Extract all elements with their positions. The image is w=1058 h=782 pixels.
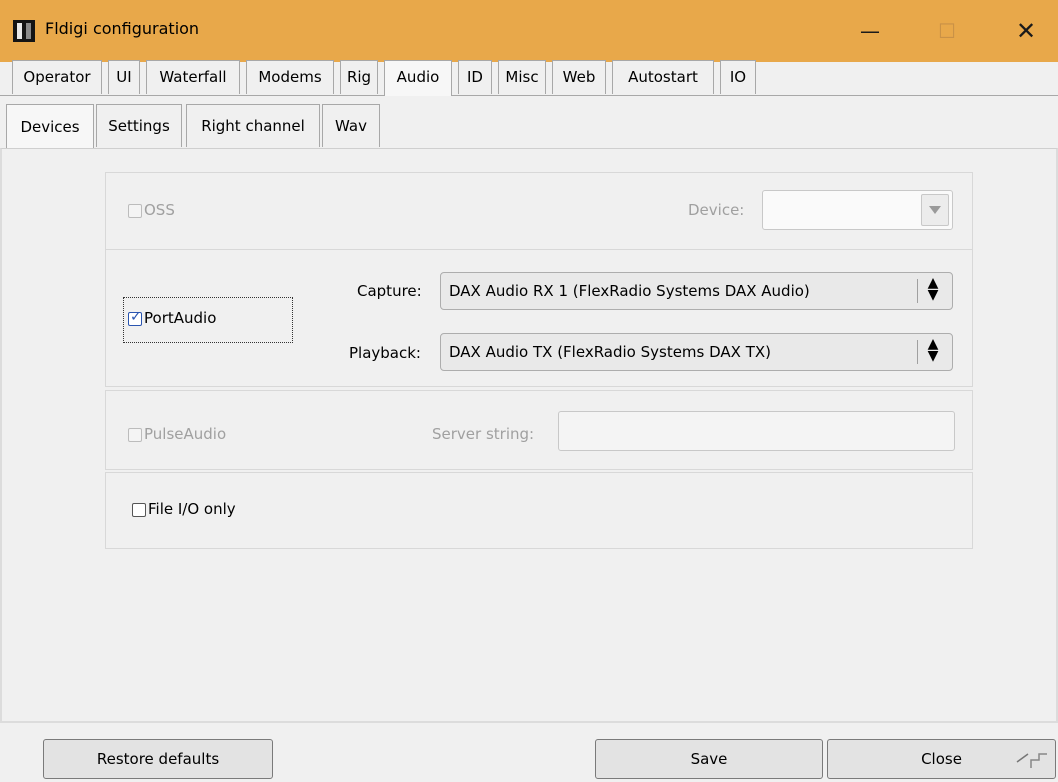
- file-io-checkbox[interactable]: [132, 503, 146, 517]
- subtab-wav[interactable]: Wav: [322, 104, 380, 147]
- tab-web[interactable]: Web: [552, 60, 606, 94]
- oss-device-label: Device:: [688, 201, 745, 219]
- pulseaudio-checkbox[interactable]: [128, 428, 142, 442]
- pulseaudio-label: PulseAudio: [144, 425, 227, 443]
- portaudio-label: PortAudio: [144, 309, 217, 327]
- oss-group: OSS Device:: [105, 172, 973, 250]
- playback-select[interactable]: DAX Audio TX (FlexRadio Systems DAX TX) …: [440, 333, 953, 371]
- combo-separator: [917, 279, 918, 303]
- tab-misc[interactable]: Misc: [498, 60, 546, 94]
- restore-defaults-button[interactable]: Restore defaults: [43, 739, 273, 779]
- main-tab-bar: Operator UI Waterfall Modems Rig Audio I…: [0, 60, 1058, 96]
- title-bar: Fldigi configuration — ☐ ✕: [0, 0, 1058, 62]
- tab-ui[interactable]: UI: [108, 60, 140, 94]
- server-string-label: Server string:: [432, 425, 535, 443]
- close-window-button[interactable]: ✕: [1004, 11, 1048, 51]
- maximize-button[interactable]: ☐: [925, 11, 969, 51]
- portaudio-group: PortAudio Capture: DAX Audio RX 1 (FlexR…: [105, 249, 973, 387]
- minimize-button[interactable]: —: [848, 11, 892, 51]
- save-button[interactable]: Save: [595, 739, 823, 779]
- resize-grip-icon[interactable]: [1013, 750, 1051, 772]
- playback-value: DAX Audio TX (FlexRadio Systems DAX TX): [449, 343, 772, 361]
- subtab-devices[interactable]: Devices: [6, 104, 94, 149]
- tab-waterfall[interactable]: Waterfall: [146, 60, 240, 94]
- tab-id[interactable]: ID: [458, 60, 492, 94]
- oss-label: OSS: [144, 201, 175, 219]
- tab-modems[interactable]: Modems: [246, 60, 334, 94]
- combo-separator: [917, 340, 918, 364]
- main-tab-baseline: [0, 95, 384, 96]
- up-down-arrows-icon: ▲ ▼: [927, 336, 939, 364]
- tab-autostart[interactable]: Autostart: [612, 60, 714, 94]
- server-string-input[interactable]: [558, 411, 955, 451]
- capture-label: Capture:: [357, 282, 422, 300]
- chevron-down-icon[interactable]: [921, 194, 949, 226]
- oss-checkbox[interactable]: [128, 204, 142, 218]
- file-io-group: File I/O only: [105, 472, 973, 549]
- file-io-label: File I/O only: [148, 500, 236, 518]
- capture-select[interactable]: DAX Audio RX 1 (FlexRadio Systems DAX Au…: [440, 272, 953, 310]
- fldigi-app-icon[interactable]: [13, 20, 35, 42]
- main-tab-baseline: [452, 95, 1058, 96]
- window-title: Fldigi configuration: [45, 19, 200, 38]
- subtab-settings[interactable]: Settings: [96, 104, 182, 147]
- pulseaudio-group: PulseAudio Server string:: [105, 390, 973, 470]
- sub-tab-bar: Devices Settings Right channel Wav: [0, 104, 1058, 149]
- tab-audio[interactable]: Audio: [384, 60, 452, 96]
- up-down-arrows-icon: ▲ ▼: [927, 275, 939, 303]
- tab-operator[interactable]: Operator: [12, 60, 102, 94]
- capture-value: DAX Audio RX 1 (FlexRadio Systems DAX Au…: [449, 282, 810, 300]
- tab-rig[interactable]: Rig: [340, 60, 378, 94]
- oss-device-select[interactable]: [762, 190, 953, 230]
- portaudio-checkbox[interactable]: [128, 309, 142, 326]
- tab-io[interactable]: IO: [720, 60, 756, 94]
- subtab-right-channel[interactable]: Right channel: [186, 104, 320, 147]
- playback-label: Playback:: [349, 344, 421, 362]
